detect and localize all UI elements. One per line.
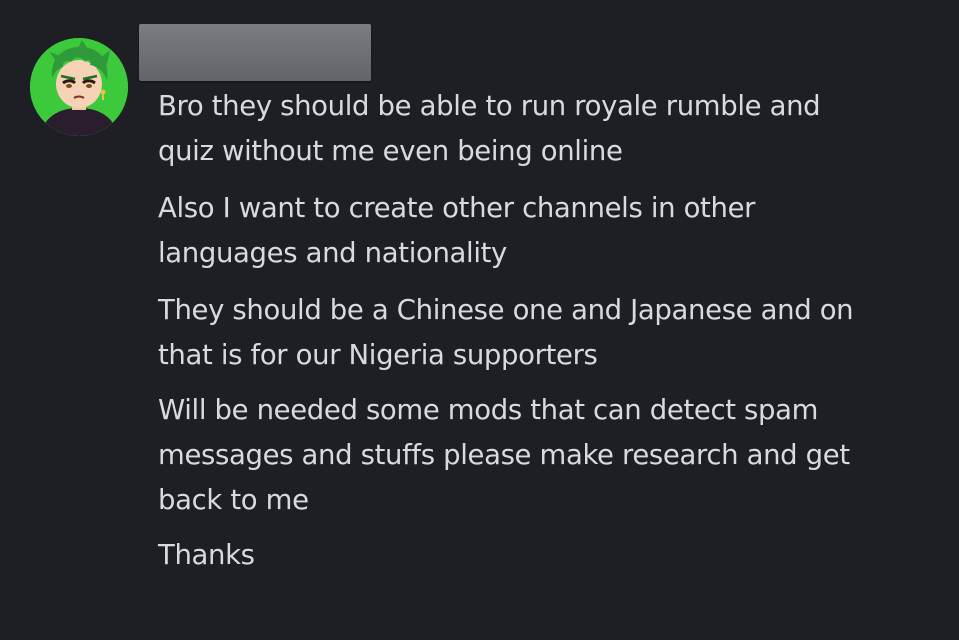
- message-line: They should be a Chinese one and Japanes…: [158, 294, 854, 326]
- chat-message: Bro they should be able to run royale ru…: [0, 0, 959, 640]
- message-line: back to me: [158, 484, 309, 516]
- message-line: Will be needed some mods that can detect…: [158, 394, 819, 426]
- message-line: Bro they should be able to run royale ru…: [158, 90, 821, 122]
- message-line: Also I want to create other channels in …: [158, 192, 756, 224]
- message-line: quiz without me even being online: [158, 135, 623, 167]
- message-line: messages and stuffs please make research…: [158, 439, 850, 471]
- message-line: Thanks: [158, 539, 255, 571]
- message-line: languages and nationality: [158, 237, 507, 269]
- message-line: that is for our Nigeria supporters: [158, 339, 598, 371]
- username-redacted-bar[interactable]: [139, 24, 371, 81]
- user-avatar[interactable]: [30, 38, 128, 136]
- avatar-character-icon: [30, 38, 128, 136]
- message-body: Bro they should be able to run royale ru…: [158, 84, 938, 588]
